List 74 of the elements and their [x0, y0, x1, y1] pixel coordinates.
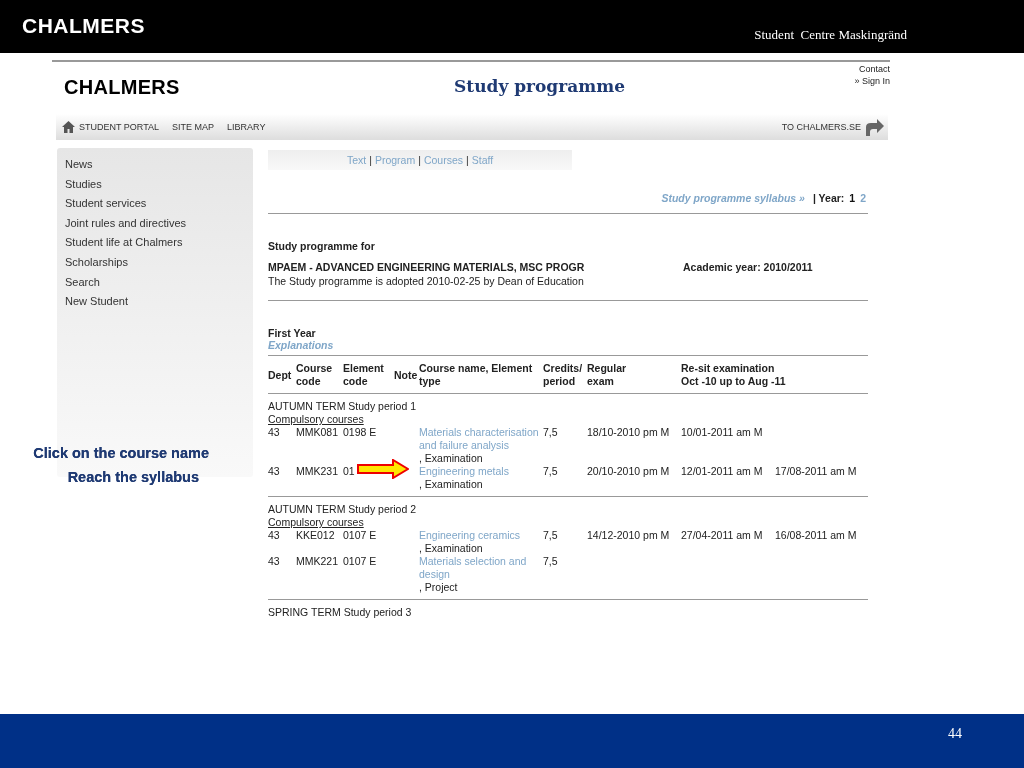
sidebar-link[interactable]: Student services [57, 197, 253, 217]
callout-text: Reach the syllabus [67, 469, 199, 485]
top-link[interactable]: » Sign In [854, 75, 890, 87]
group-heading: Compulsory courses [268, 516, 364, 528]
table-cell: 17/08-2011 am M [775, 465, 857, 477]
table-cell: 7,5 [543, 426, 558, 438]
top-link[interactable]: Contact [858, 63, 890, 75]
table-cell: 43 [268, 555, 280, 567]
sidebar-link[interactable]: Studies [57, 177, 253, 198]
year-heading: First Year [268, 327, 317, 339]
term-heading: AUTUMN TERM Study period 1 [268, 399, 417, 413]
table-cell: 43 [268, 426, 280, 438]
year-label: | Year: [812, 191, 845, 204]
sidebar-link[interactable]: Scholarships [57, 255, 253, 276]
sidebar-link[interactable]: News [57, 158, 253, 178]
programme-name: MPAEM - ADVANCED ENGINEERING MATERIALS, MSC PROGR [268, 261, 586, 273]
table-cell: 43 [268, 529, 280, 541]
site-logo: CHALMERS [64, 76, 181, 99]
callout-text: Click on the course name [33, 445, 209, 461]
column-header: Re-sit examination Oct -10 up to Aug -11 [681, 362, 787, 388]
sidebar-link[interactable]: Search [57, 275, 253, 296]
separator: | [466, 154, 469, 166]
table-cell: 0107 E [343, 529, 377, 541]
sidebar-link[interactable]: Joint rules and directives [57, 216, 253, 237]
table-cell: 14/12-2010 pm M [587, 529, 670, 541]
nav-link[interactable]: TO CHALMERS.SE [781, 122, 861, 132]
table-cell: MMK221 [296, 555, 338, 567]
page-number: 44 [948, 726, 962, 743]
column-header: Course code [296, 362, 334, 388]
table-cell: 18/10-2010 pm M [587, 426, 670, 438]
column-header: Credits/ period [543, 362, 584, 388]
year-link[interactable]: 1 [849, 191, 856, 204]
element-type: , Examination [419, 452, 483, 465]
nav-link[interactable]: SITE MAP [172, 122, 215, 132]
separator: | [418, 154, 421, 166]
table-cell: MMK081 [296, 426, 338, 438]
table-cell: 43 [268, 465, 280, 477]
element-type: , Examination [419, 478, 483, 491]
page-title: Study programme [454, 76, 626, 96]
column-header: Note [394, 368, 419, 382]
nav-link[interactable]: LIBRARY [227, 122, 266, 132]
group-heading: Compulsory courses [268, 413, 364, 425]
adoption-note: The Study programme is adopted 2010-02-25 by Dean of Education [268, 275, 585, 287]
table-cell: 10/01-2011 am M [681, 426, 763, 438]
term-heading: SPRING TERM Study period 3 [268, 605, 413, 619]
column-header: Course name, Element type [419, 362, 534, 388]
column-header: Dept [268, 368, 293, 382]
home-icon[interactable] [62, 121, 75, 133]
table-cell: 01 [343, 465, 355, 477]
table-cell: 7,5 [543, 465, 558, 477]
element-type: , Examination [419, 542, 483, 555]
academic-year: Academic year: 2010/2011 [683, 261, 813, 273]
forward-arrow-icon[interactable] [865, 118, 885, 136]
sidebar-link[interactable]: New Student [57, 295, 253, 315]
column-header: Regular exam [587, 362, 628, 388]
slide-subtitle: Student Centre Maskingränd [754, 27, 907, 43]
element-type: , Project [419, 581, 458, 594]
table-cell: 7,5 [543, 555, 558, 567]
table-cell: MMK231 [296, 465, 338, 477]
table-cell: 27/04-2011 am M [681, 529, 763, 541]
table-cell: 0107 E [343, 555, 377, 567]
column-header: Element code [343, 362, 385, 388]
programme-heading: Study programme for [268, 240, 376, 252]
term-heading: AUTUMN TERM Study period 2 [268, 502, 417, 516]
table-cell: 16/08-2011 am M [775, 529, 857, 541]
slide-logo: CHALMERS [22, 14, 145, 38]
table-cell: 0198 E [343, 426, 377, 438]
table-cell: 20/10-2010 pm M [587, 465, 670, 477]
nav-link[interactable]: STUDENT PORTAL [79, 122, 159, 132]
sidebar-link[interactable]: Student life at Chalmers [57, 236, 253, 256]
separator: | [369, 154, 372, 166]
table-cell: KKE012 [296, 529, 335, 541]
table-cell: 7,5 [543, 529, 558, 541]
table-cell: 12/01-2011 am M [681, 465, 763, 477]
